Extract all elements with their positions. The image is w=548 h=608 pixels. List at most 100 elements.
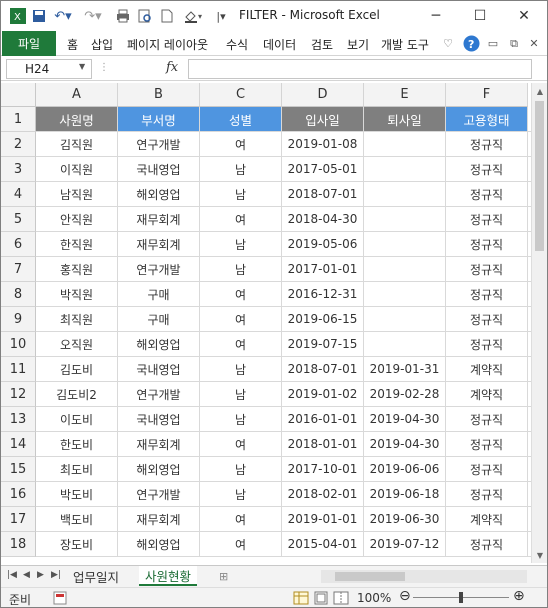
table-cell[interactable]: 김직원	[36, 132, 118, 157]
table-cell[interactable]: 2019-06-18	[364, 482, 446, 507]
minimize-button[interactable]: ─	[421, 5, 451, 27]
table-cell[interactable]: 2019-04-30	[364, 407, 446, 432]
tab-review[interactable]: 검토	[311, 36, 333, 53]
table-cell[interactable]: 2018-04-30	[282, 207, 364, 232]
table-cell[interactable]: 2017-05-01	[282, 157, 364, 182]
column-header-a[interactable]: A	[36, 83, 118, 107]
macro-record-icon[interactable]	[53, 591, 67, 607]
table-cell[interactable]: 정규직	[446, 307, 528, 332]
table-cell[interactable]: 남	[200, 407, 282, 432]
close-button[interactable]: ✕	[509, 5, 539, 27]
table-cell[interactable]: 2018-01-01	[282, 432, 364, 457]
insert-function-icon[interactable]: fx	[166, 60, 178, 75]
table-cell[interactable]: 2019-01-01	[282, 507, 364, 532]
table-cell[interactable]: 여	[200, 532, 282, 557]
normal-view-icon[interactable]	[293, 591, 309, 607]
column-header-e[interactable]: E	[364, 83, 446, 107]
tab-page-layout[interactable]: 페이지 레이아웃	[127, 36, 208, 53]
table-cell[interactable]: 남	[200, 357, 282, 382]
table-cell[interactable]: 연구개발	[118, 382, 200, 407]
save-icon[interactable]	[31, 7, 47, 25]
formula-input[interactable]	[188, 59, 532, 79]
table-cell[interactable]: 남	[200, 457, 282, 482]
name-box-dropdown-icon[interactable]: ▼	[79, 62, 85, 71]
table-cell[interactable]: 홍직원	[36, 257, 118, 282]
customize-toolbar-icon[interactable]: |▾	[213, 7, 229, 25]
table-cell[interactable]: 정규직	[446, 257, 528, 282]
table-cell[interactable]: 2019-04-30	[364, 432, 446, 457]
zoom-slider-knob[interactable]	[459, 592, 463, 603]
table-cell[interactable]: 최직원	[36, 307, 118, 332]
table-cell[interactable]: 해외영업	[118, 457, 200, 482]
tab-file[interactable]: 파일	[2, 31, 56, 56]
table-cell[interactable]: 안직원	[36, 207, 118, 232]
table-cell[interactable]: 이직원	[36, 157, 118, 182]
zoom-level[interactable]: 100%	[357, 591, 391, 605]
prev-sheet-icon[interactable]: ◀	[23, 570, 30, 580]
table-cell[interactable]: 한직원	[36, 232, 118, 257]
table-cell[interactable]: 여	[200, 207, 282, 232]
table-cell[interactable]: 정규직	[446, 207, 528, 232]
row-header-12[interactable]: 12	[1, 382, 36, 407]
table-cell[interactable]: 2019-06-30	[364, 507, 446, 532]
row-header-5[interactable]: 5	[1, 207, 36, 232]
table-cell[interactable]: 2019-07-12	[364, 532, 446, 557]
table-cell[interactable]: 정규직	[446, 432, 528, 457]
vertical-scrollbar[interactable]: ▲ ▼	[531, 83, 547, 563]
table-cell[interactable]: 박도비	[36, 482, 118, 507]
table-cell[interactable]: 구매	[118, 307, 200, 332]
row-header-11[interactable]: 11	[1, 357, 36, 382]
table-cell[interactable]: 재무회계	[118, 507, 200, 532]
table-cell[interactable]: 2019-01-08	[282, 132, 364, 157]
row-header-15[interactable]: 15	[1, 457, 36, 482]
table-cell[interactable]	[364, 207, 446, 232]
table-cell[interactable]: 남	[200, 232, 282, 257]
ribbon-minimize-icon[interactable]: ▭	[487, 35, 499, 52]
header-cell[interactable]: 부서명	[118, 107, 200, 132]
table-cell[interactable]: 여	[200, 507, 282, 532]
table-cell[interactable]: 정규직	[446, 532, 528, 557]
table-cell[interactable]: 연구개발	[118, 482, 200, 507]
table-cell[interactable]	[364, 182, 446, 207]
table-cell[interactable]: 2015-04-01	[282, 532, 364, 557]
table-cell[interactable]: 계약직	[446, 382, 528, 407]
row-header-13[interactable]: 13	[1, 407, 36, 432]
undo-icon[interactable]: ↶▾	[51, 7, 75, 25]
print-icon[interactable]	[115, 7, 131, 25]
table-cell[interactable]: 여	[200, 307, 282, 332]
sheet-tab-employee-status[interactable]: 사원현황	[139, 566, 198, 586]
table-cell[interactable]: 정규직	[446, 407, 528, 432]
table-cell[interactable]: 2017-10-01	[282, 457, 364, 482]
table-cell[interactable]: 최도비	[36, 457, 118, 482]
row-header-16[interactable]: 16	[1, 482, 36, 507]
table-cell[interactable]: 정규직	[446, 132, 528, 157]
table-cell[interactable]: 2019-01-02	[282, 382, 364, 407]
column-header-d[interactable]: D	[282, 83, 364, 107]
table-cell[interactable]: 백도비	[36, 507, 118, 532]
table-cell[interactable]: 정규직	[446, 482, 528, 507]
tab-view[interactable]: 보기	[347, 36, 369, 53]
first-sheet-icon[interactable]: |◀	[7, 570, 17, 580]
zoom-in-icon[interactable]: ⊕	[513, 588, 525, 604]
row-header-7[interactable]: 7	[1, 257, 36, 282]
header-cell[interactable]: 입사일	[282, 107, 364, 132]
table-cell[interactable]: 2018-07-01	[282, 182, 364, 207]
table-cell[interactable]: 2016-01-01	[282, 407, 364, 432]
heart-icon[interactable]: ♡	[441, 35, 455, 52]
horizontal-scroll-thumb[interactable]	[335, 572, 405, 581]
scroll-up-icon[interactable]: ▲	[532, 83, 547, 99]
tab-formulas[interactable]: 수식	[226, 36, 248, 53]
table-cell[interactable]: 해외영업	[118, 532, 200, 557]
table-cell[interactable]: 계약직	[446, 507, 528, 532]
table-cell[interactable]: 국내영업	[118, 357, 200, 382]
last-sheet-icon[interactable]: ▶|	[51, 570, 61, 580]
table-cell[interactable]: 장도비	[36, 532, 118, 557]
column-header-c[interactable]: C	[200, 83, 282, 107]
new-document-icon[interactable]	[159, 7, 175, 25]
table-cell[interactable]: 정규직	[446, 232, 528, 257]
table-cell[interactable]: 연구개발	[118, 257, 200, 282]
table-cell[interactable]: 박직원	[36, 282, 118, 307]
table-cell[interactable]: 여	[200, 432, 282, 457]
zoom-out-icon[interactable]: ⊖	[399, 588, 411, 604]
table-cell[interactable]: 재무회계	[118, 207, 200, 232]
